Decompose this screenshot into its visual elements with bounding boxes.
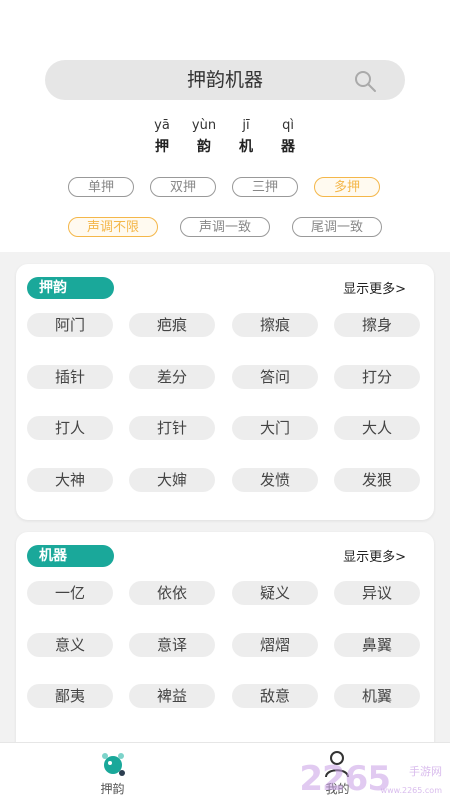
watermark-cn: 手游网 — [409, 765, 442, 778]
rhyme-word-item[interactable]: 机翼 — [334, 684, 420, 708]
nav-tab-rhyme[interactable]: 押韵 — [0, 743, 225, 801]
show-more-link[interactable]: 显示更多> — [343, 278, 406, 297]
card-tag: 押韵 — [27, 277, 114, 299]
result-card-rhyme: 押韵 显示更多> 阿门 疤痕 擦痕 擦身插针 差分 答问 打分打人 打针 大门 大人大神 大婶 发愤发… — [16, 264, 434, 520]
search-bar[interactable]: 押韵机器 — [45, 60, 405, 100]
rhyme-word-item[interactable]: 大人 — [334, 416, 420, 440]
rhyme-word-item[interactable]: 擦身 — [334, 313, 420, 337]
pinyin-char: qì 器 — [281, 118, 295, 155]
rhyme-word-item[interactable]: 打针 — [129, 416, 215, 440]
rhyme-word-item[interactable]: 鄙夷 — [27, 684, 113, 708]
rhyme-word-item[interactable]: 熠熠 — [232, 632, 318, 657]
rhyme-word-item[interactable]: 疤痕 — [129, 313, 215, 337]
rhyme-word-item[interactable]: 大婶 — [129, 467, 215, 492]
rhyme-word-item[interactable]: 依依 — [129, 581, 215, 605]
rhyme-word-item[interactable]: 鼻翼 — [334, 632, 420, 657]
nav-label: 押韵 — [100, 782, 125, 796]
card-tag: 机器 — [27, 545, 114, 567]
filter-tail-tone-same[interactable]: 尾调一致 — [292, 217, 382, 237]
bottom-nav: 押韵 我的 手游网 www.2265.com 2265 — [0, 742, 450, 801]
rhyme-word-item[interactable]: 敌意 — [232, 684, 318, 708]
rhyme-word-item[interactable]: 阿门 — [27, 313, 113, 337]
rhyme-word-item[interactable]: 疑义 — [232, 581, 318, 605]
rhyme-word-item[interactable]: 答问 — [232, 364, 318, 389]
filter-single-rhyme[interactable]: 单押 — [68, 177, 134, 197]
watermark-logo: 2265 — [299, 759, 391, 799]
rhyme-word-item[interactable]: 发狠 — [334, 467, 420, 492]
search-icon[interactable] — [353, 69, 377, 93]
filter-triple-rhyme[interactable]: 三押 — [232, 177, 298, 197]
show-more-link[interactable]: 显示更多> — [343, 546, 406, 565]
pinyin-display: yā 押 yùn 韵 jī 机 qì 器 — [0, 118, 450, 156]
search-input[interactable]: 押韵机器 — [45, 60, 405, 100]
rhyme-word-item[interactable]: 擦痕 — [232, 313, 318, 337]
filter-tone-any[interactable]: 声调不限 — [68, 217, 158, 237]
filter-tone-same[interactable]: 声调一致 — [180, 217, 270, 237]
filter-multi-rhyme[interactable]: 多押 — [314, 177, 380, 197]
rhyme-word-item[interactable]: 发愤 — [232, 467, 318, 492]
rhyme-word-item[interactable]: 裨益 — [129, 684, 215, 708]
rhyme-word-item[interactable]: 插针 — [27, 364, 113, 389]
rhyme-word-item[interactable]: 差分 — [129, 364, 215, 389]
pinyin-char: yā 押 — [154, 118, 170, 155]
rhyme-word-item[interactable]: 一亿 — [27, 581, 113, 605]
rhyme-word-item[interactable]: 大门 — [232, 416, 318, 440]
header-area: 押韵机器 yā 押 yùn 韵 jī 机 qì 器 单押 双押 三押 多押 声调… — [0, 0, 450, 252]
pinyin-char: jī 机 — [239, 118, 253, 155]
rhyme-word-item[interactable]: 意译 — [129, 632, 215, 657]
rhyme-word-item[interactable]: 意义 — [27, 632, 113, 657]
rhyme-icon — [102, 753, 125, 776]
pinyin-char: yùn 韵 — [191, 118, 217, 155]
filter-double-rhyme[interactable]: 双押 — [150, 177, 216, 197]
rhyme-word-item[interactable]: 大神 — [27, 467, 113, 492]
rhyme-word-item[interactable]: 打分 — [334, 364, 420, 389]
rhyme-word-item[interactable]: 打人 — [27, 416, 113, 440]
result-card-machine: 机器 显示更多> 一亿 依依 疑义 异议意义 意译 熠熠 鼻翼鄙夷 裨益 敌意 机翼 — [16, 532, 434, 762]
rhyme-word-item[interactable]: 异议 — [334, 581, 420, 605]
